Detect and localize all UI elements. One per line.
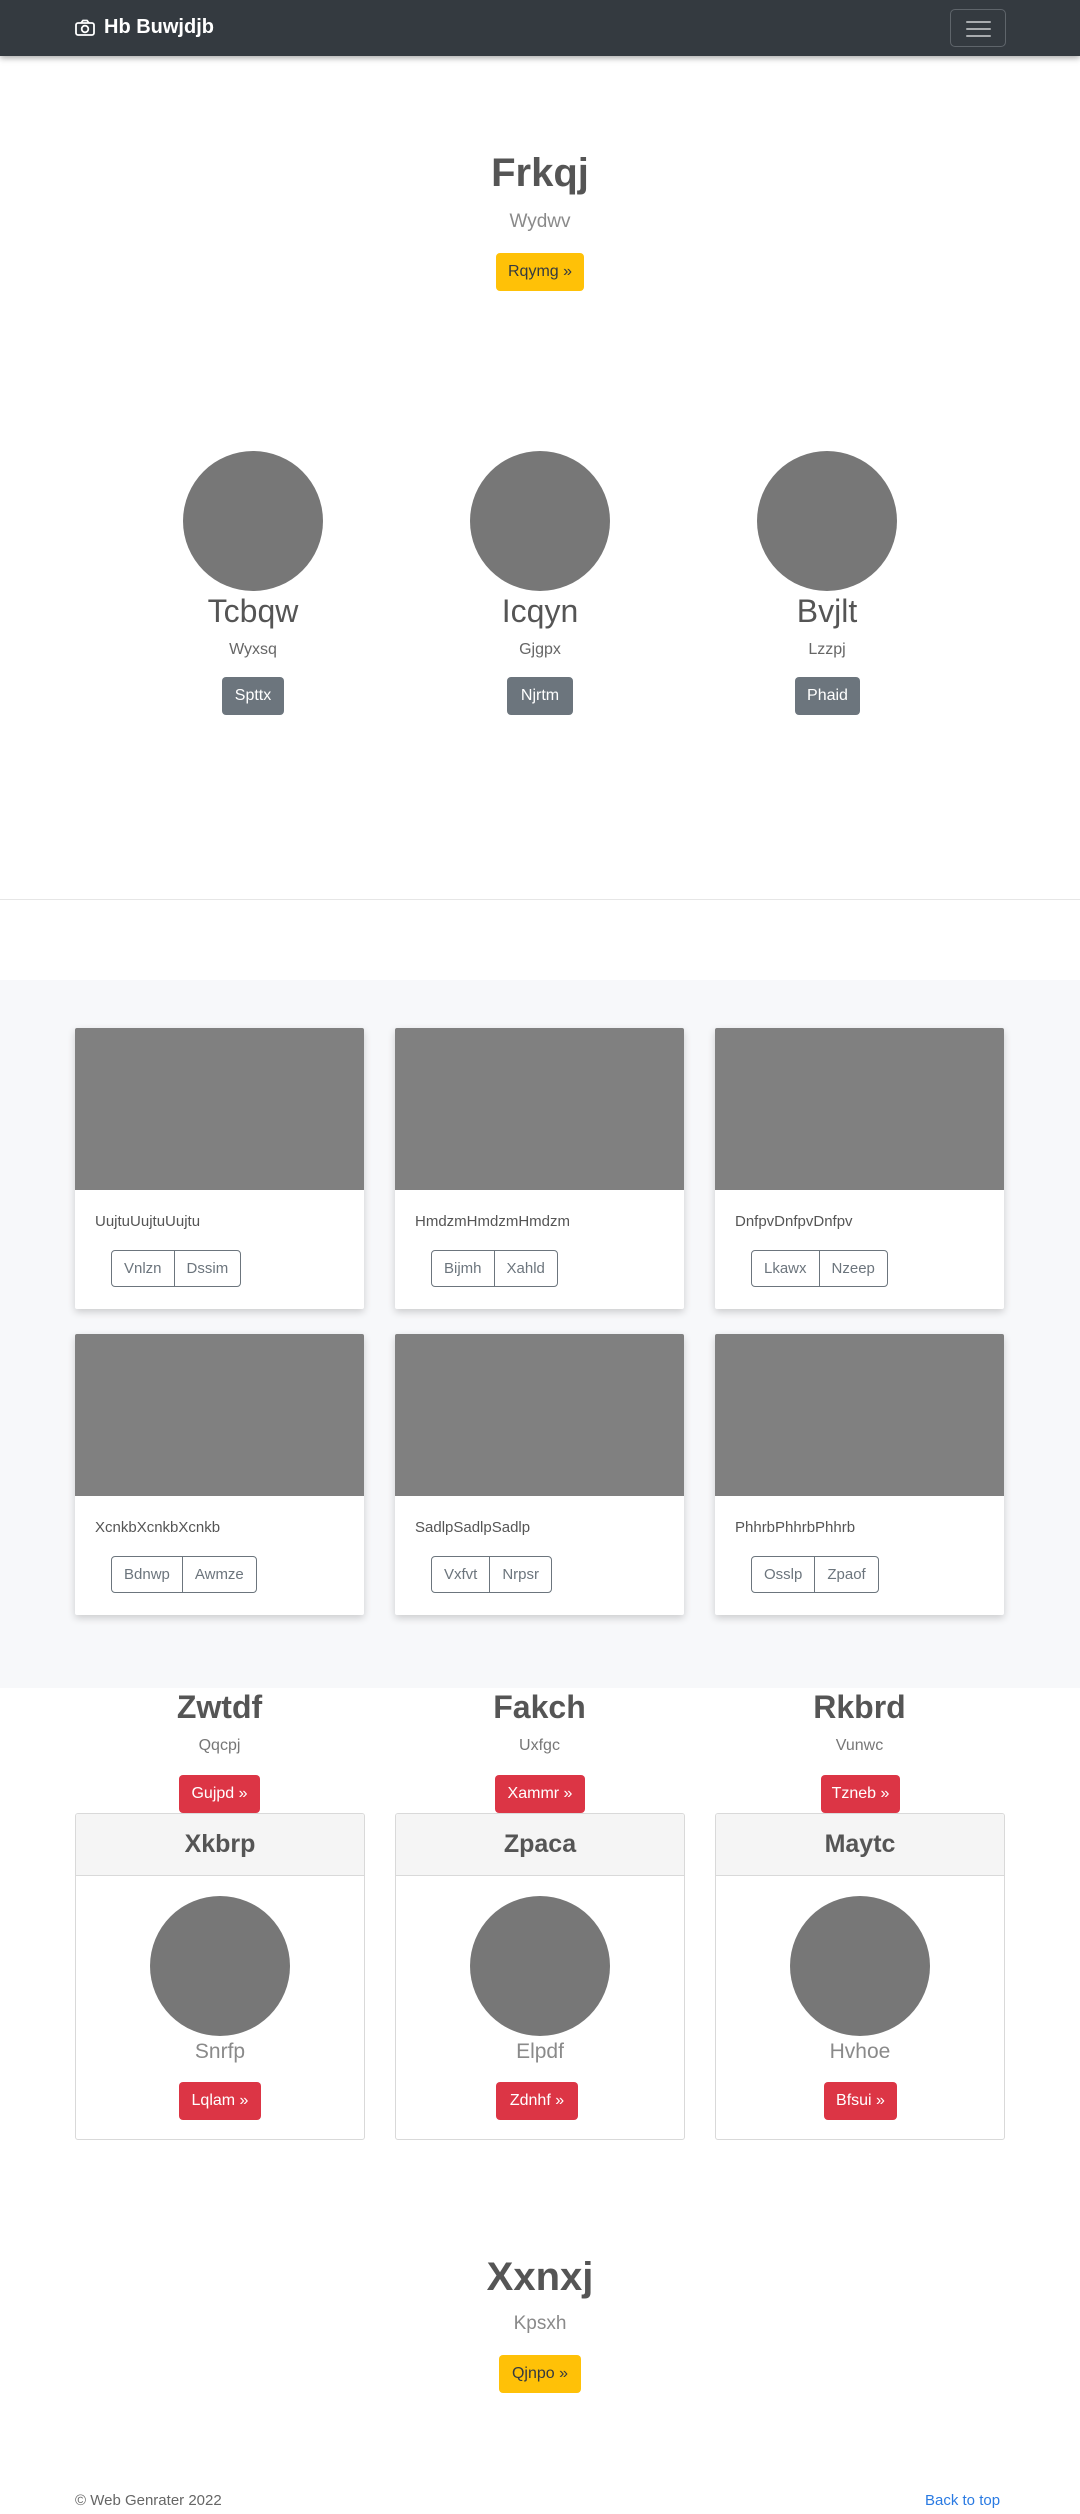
- column-title: Fakch: [493, 1689, 586, 1725]
- album-card: DnfpvDnfpvDnfpv Lkawx Nzeep: [715, 1028, 1004, 1309]
- profile-name: Tcbqw: [207, 593, 299, 629]
- profile-button[interactable]: Spttx: [222, 677, 284, 715]
- card-name: Snrfp: [194, 2040, 246, 2063]
- hero-cta-button[interactable]: Rqymg »: [496, 253, 584, 291]
- avatar: [150, 1896, 290, 2036]
- album-card: UujtuUujtuUujtu Vnlzn Dssim: [75, 1028, 364, 1309]
- bottom-hero-subtitle: Kpsxh: [513, 2313, 567, 2334]
- navbar-toggler-button[interactable]: [950, 9, 1006, 47]
- profile-button[interactable]: Phaid: [795, 677, 860, 715]
- card-name: Elpdf: [516, 2040, 564, 2063]
- album-card: XcnkbXcnkbXcnkb Bdnwp Awmze: [75, 1334, 364, 1615]
- hamburger-icon: [966, 28, 991, 30]
- hero-subtitle: Wydwv: [509, 211, 571, 232]
- album-card: HmdzmHmdzmHmdzm Bijmh Xahld: [395, 1028, 684, 1309]
- card-view-button[interactable]: Lkawx: [752, 1251, 819, 1286]
- column-title: Rkbrd: [813, 1689, 906, 1725]
- avatar: [757, 451, 897, 591]
- bottom-hero-cta-button[interactable]: Qjnpo »: [499, 2355, 581, 2393]
- column-subtitle: Vunwc: [835, 1737, 884, 1754]
- card-image: [75, 1028, 364, 1190]
- profile-name: Bvjlt: [796, 593, 858, 629]
- card-edit-button[interactable]: Nrpsr: [489, 1557, 551, 1592]
- column-button[interactable]: Xammr »: [495, 1775, 585, 1813]
- avatar: [790, 1896, 930, 2036]
- card-text: HmdzmHmdzmHmdzm: [415, 1213, 570, 1230]
- back-to-top-link[interactable]: Back to top: [925, 2492, 1000, 2509]
- card-button-group: Bdnwp Awmze: [111, 1556, 257, 1593]
- camera-icon: [75, 19, 95, 36]
- avatar: [470, 451, 610, 591]
- card-button-group: Osslp Zpaof: [751, 1556, 879, 1593]
- column-button[interactable]: Gujpd »: [179, 1775, 260, 1813]
- card-button-group: Vxfvt Nrpsr: [431, 1556, 553, 1593]
- section-divider: [0, 899, 1080, 900]
- profile-subtitle: Wyxsq: [229, 641, 277, 658]
- profile-card: Maytc Hvhoe Bfsui »: [715, 1813, 1005, 2140]
- card-text: XcnkbXcnkbXcnkb: [95, 1519, 221, 1536]
- card-button[interactable]: Bfsui »: [824, 2082, 897, 2120]
- profile-subtitle: Lzzpj: [808, 641, 846, 658]
- album-card: SadlpSadlpSadlp Vxfvt Nrpsr: [395, 1334, 684, 1615]
- card-button[interactable]: Zdnhf »: [496, 2082, 578, 2120]
- column-subtitle: Qqcpj: [198, 1737, 241, 1754]
- hamburger-icon: [966, 35, 991, 37]
- column-button[interactable]: Tzneb »: [821, 1775, 900, 1813]
- profile-subtitle: Gjgpx: [519, 641, 561, 658]
- footer-copyright: © Web Genrater 2022: [75, 2492, 222, 2509]
- album-card: PhhrbPhhrbPhhrb Osslp Zpaof: [715, 1334, 1004, 1615]
- card-button-group: Bijmh Xahld: [431, 1250, 558, 1287]
- card-edit-button[interactable]: Xahld: [493, 1251, 557, 1286]
- bottom-hero-title: Xxnxj: [486, 2255, 594, 2299]
- card-text: DnfpvDnfpvDnfpv: [735, 1213, 853, 1230]
- card-text: SadlpSadlpSadlp: [415, 1519, 531, 1536]
- card-button[interactable]: Lqlam »: [179, 2082, 261, 2120]
- profile-button[interactable]: Njrtm: [507, 677, 573, 715]
- hamburger-icon: [966, 21, 991, 23]
- profile-name: Icqyn: [501, 593, 579, 629]
- card-view-button[interactable]: Vxfvt: [432, 1557, 489, 1592]
- profile-card: Xkbrp Snrfp Lqlam »: [75, 1813, 365, 2140]
- avatar: [183, 451, 323, 591]
- card-image: [715, 1334, 1004, 1496]
- card-header: Zpaca: [396, 1814, 684, 1876]
- card-name: Hvhoe: [829, 2040, 891, 2063]
- card-edit-button[interactable]: Dssim: [173, 1251, 241, 1286]
- navbar: Hb Buwjdjb: [0, 0, 1080, 56]
- avatar: [470, 1896, 610, 2036]
- column-subtitle: Uxfgc: [519, 1737, 560, 1754]
- card-image: [75, 1334, 364, 1496]
- card-header: Xkbrp: [76, 1814, 364, 1876]
- column-title: Zwtdf: [176, 1689, 263, 1725]
- card-view-button[interactable]: Vnlzn: [112, 1251, 174, 1286]
- card-image: [715, 1028, 1004, 1190]
- card-header: Maytc: [716, 1814, 1004, 1876]
- card-view-button[interactable]: Osslp: [752, 1557, 814, 1592]
- card-text: UujtuUujtuUujtu: [95, 1213, 201, 1230]
- card-image: [395, 1028, 684, 1190]
- hero-title: Frkqj: [491, 151, 589, 195]
- card-button-group: Lkawx Nzeep: [751, 1250, 888, 1287]
- profile-card: Zpaca Elpdf Zdnhf »: [395, 1813, 685, 2140]
- card-view-button[interactable]: Bdnwp: [112, 1557, 182, 1592]
- card-edit-button[interactable]: Zpaof: [814, 1557, 877, 1592]
- card-button-group: Vnlzn Dssim: [111, 1250, 242, 1287]
- card-text: PhhrbPhhrbPhhrb: [735, 1519, 856, 1536]
- card-view-button[interactable]: Bijmh: [432, 1251, 494, 1286]
- card-edit-button[interactable]: Awmze: [181, 1557, 256, 1592]
- card-edit-button[interactable]: Nzeep: [818, 1251, 887, 1286]
- brand-text: Hb Buwjdjb: [104, 16, 214, 38]
- brand-link[interactable]: Hb Buwjdjb: [75, 16, 214, 39]
- card-image: [395, 1334, 684, 1496]
